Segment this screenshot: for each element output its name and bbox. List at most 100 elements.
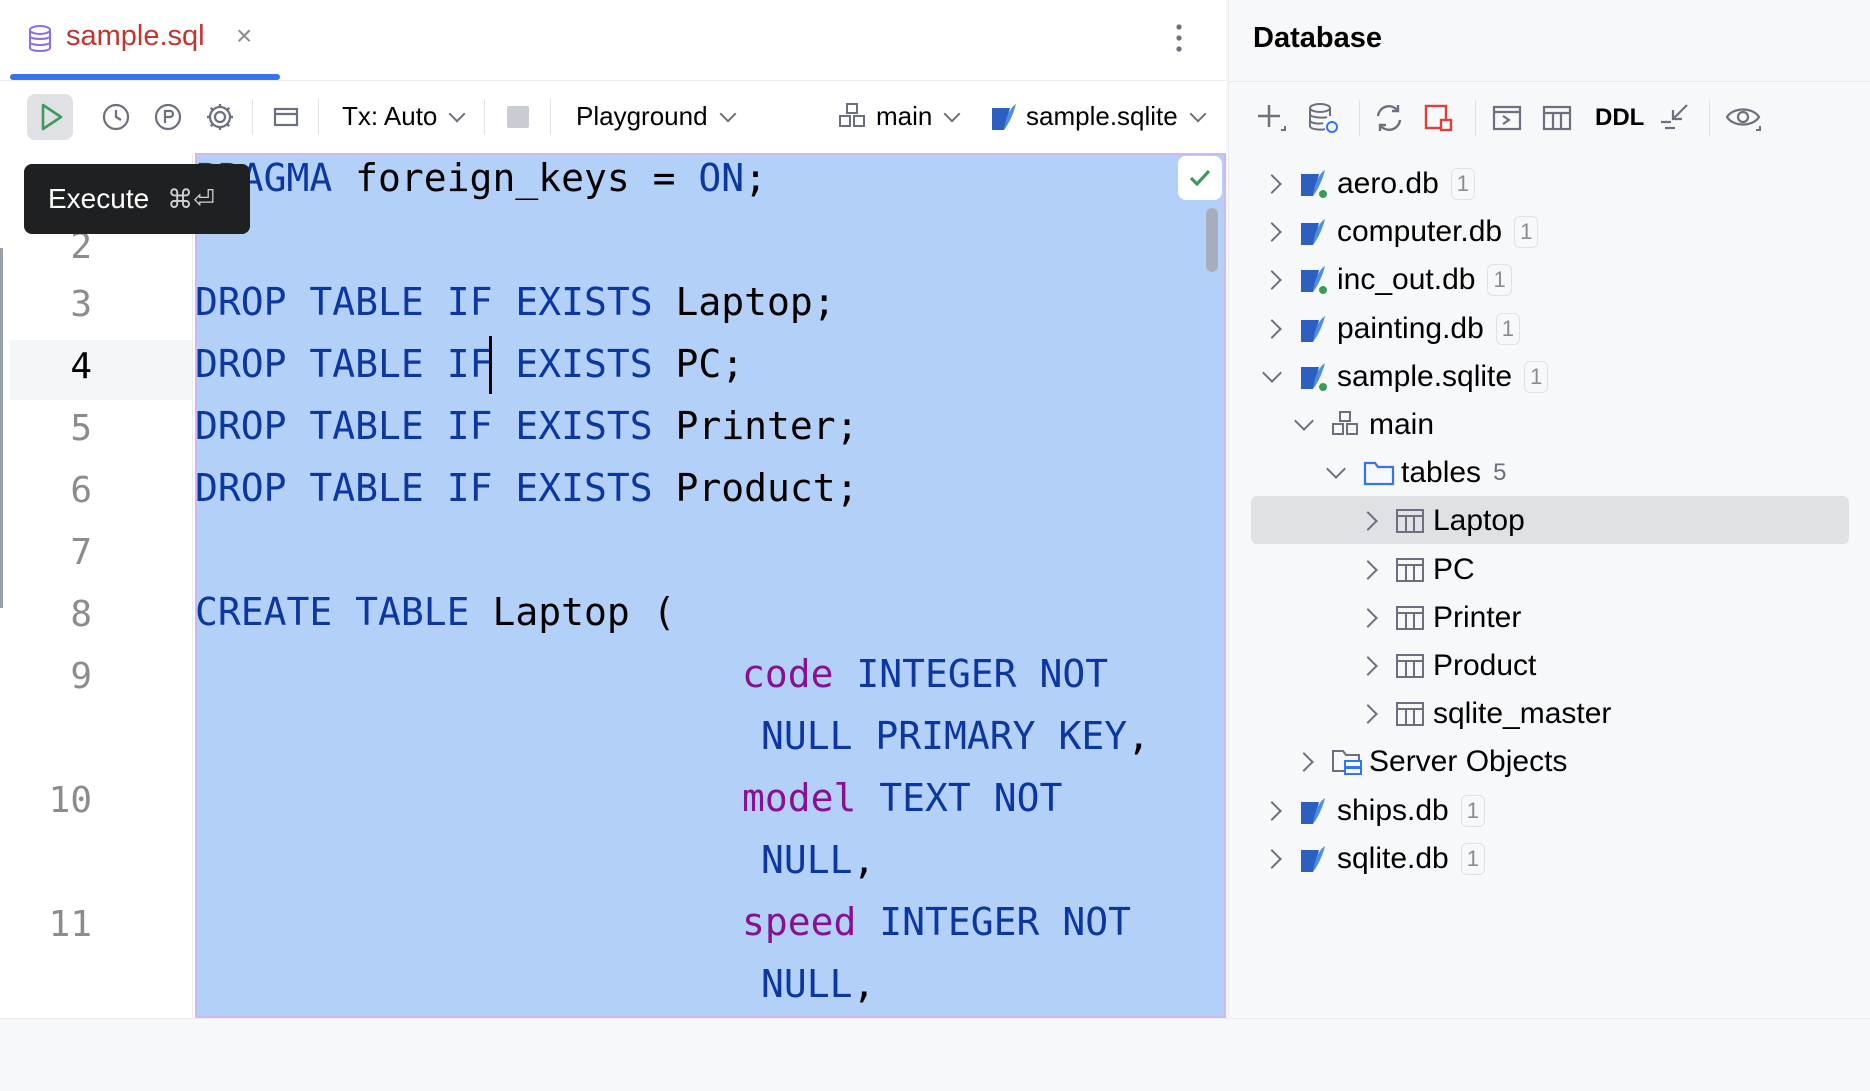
- code-line[interactable]: DROP TABLE IF EXISTS PC;: [195, 342, 744, 386]
- jump-to-query-console-button[interactable]: [1655, 98, 1695, 138]
- connection-count-badge: 1: [1487, 264, 1512, 297]
- run-icon: [41, 103, 63, 131]
- status-bar: [0, 1018, 1870, 1091]
- code-line[interactable]: model TEXT NOT: [742, 776, 1062, 820]
- code-line[interactable]: code INTEGER NOT: [742, 652, 1108, 696]
- tree-item-label: painting.db: [1337, 311, 1484, 345]
- inspection-ok-indicator[interactable]: [1178, 156, 1222, 200]
- add-datasource-button[interactable]: [1251, 98, 1291, 138]
- tree-item-painting-db[interactable]: painting.db 1: [1262, 305, 1521, 353]
- code-line[interactable]: speed INTEGER NOT: [742, 900, 1131, 944]
- execute-tooltip: Execute ⌘⏎: [24, 164, 250, 234]
- stop-button[interactable]: [496, 95, 540, 139]
- datasource-dropdown[interactable]: sample.sqlite: [990, 101, 1207, 132]
- schema-label: main: [876, 101, 933, 131]
- code-line[interactable]: CREATE TABLE Laptop (: [195, 590, 676, 634]
- code-line[interactable]: PRAGMA foreign_keys = ON;: [195, 156, 767, 200]
- tree-item-inc-out-db[interactable]: inc_out.db 1: [1262, 256, 1512, 304]
- code-line[interactable]: NULL,: [761, 838, 875, 882]
- chevron-right-icon[interactable]: [1358, 704, 1378, 725]
- playground-dropdown[interactable]: Playground: [576, 101, 737, 132]
- chevron-down-icon[interactable]: [1294, 411, 1314, 431]
- toolbar-separator: [1709, 100, 1710, 136]
- chevron-right-icon[interactable]: [1262, 800, 1282, 821]
- tree-item-main[interactable]: main: [1294, 401, 1434, 449]
- chevron-down-icon[interactable]: [1326, 459, 1346, 480]
- chevron-right-icon[interactable]: [1262, 174, 1282, 194]
- tree-item-label: computer.db: [1337, 215, 1503, 249]
- tree-item-product[interactable]: Product: [1358, 642, 1536, 690]
- tree-item-sample-sqlite[interactable]: sample.sqlite 1: [1262, 353, 1549, 401]
- chevron-right-icon[interactable]: [1262, 270, 1282, 291]
- view-options-button[interactable]: [1723, 98, 1763, 138]
- code-line[interactable]: DROP TABLE IF EXISTS Laptop;: [195, 280, 836, 324]
- disconnect-button[interactable]: [1419, 98, 1459, 138]
- chevron-right-icon[interactable]: [1262, 318, 1282, 339]
- tree-item-sqlite-db[interactable]: sqlite.db 1: [1262, 835, 1485, 883]
- tab-close-icon[interactable]: ×: [236, 20, 252, 52]
- ddl-button[interactable]: DDL: [1595, 104, 1644, 132]
- more-options-icon[interactable]: [1174, 22, 1184, 54]
- line-number: 5: [70, 408, 92, 449]
- schema-icon: [1332, 411, 1358, 435]
- stop-icon: [507, 106, 529, 128]
- code-line[interactable]: NULL PRIMARY KEY,: [761, 714, 1150, 758]
- database-panel: Database DDL aero.db 1 computer.db 1 inc…: [1228, 0, 1870, 1018]
- transaction-mode-dropdown[interactable]: Tx: Auto: [342, 101, 466, 132]
- chevron-right-icon[interactable]: [1358, 656, 1378, 676]
- tree-item-laptop[interactable]: Laptop: [1358, 497, 1525, 545]
- tree-item-server-objects[interactable]: Server Objects: [1294, 738, 1567, 786]
- code-line[interactable]: DROP TABLE IF EXISTS Printer;: [195, 404, 859, 448]
- refresh-button[interactable]: [1369, 98, 1409, 138]
- tab-label[interactable]: sample.sql: [66, 20, 205, 53]
- server-objects-icon: [1332, 750, 1362, 776]
- tree-item-label: Printer: [1433, 600, 1522, 634]
- chevron-right-icon[interactable]: [1358, 559, 1378, 580]
- eye-icon: [1725, 108, 1761, 131]
- tree-item-label: ships.db: [1337, 793, 1449, 827]
- table-icon: [1396, 654, 1424, 678]
- line-number: 11: [48, 904, 92, 945]
- code-line[interactable]: DROP TABLE IF EXISTS Product;: [195, 466, 859, 510]
- editor-scrollbar[interactable]: [1206, 208, 1218, 272]
- selected-tree-row: [1251, 496, 1849, 544]
- line-number: 6: [70, 470, 92, 511]
- settings-button[interactable]: [198, 95, 242, 139]
- gutter-marker: [0, 248, 3, 608]
- layout-button[interactable]: [264, 95, 308, 139]
- tree-item-ships-db[interactable]: ships.db 1: [1262, 787, 1485, 835]
- sql-editor: sample.sql × Tx: Auto Playground main sa…: [0, 0, 1226, 1018]
- toolbar-separator: [1475, 100, 1476, 136]
- datasource-label: sample.sqlite: [1026, 101, 1178, 131]
- tree-item-printer[interactable]: Printer: [1358, 594, 1522, 642]
- chevron-down-icon[interactable]: [1262, 362, 1282, 383]
- sqlite-icon: [1301, 845, 1325, 872]
- toolbar-separator: [318, 99, 319, 135]
- tree-item-sqlite-master[interactable]: sqlite_master: [1358, 690, 1611, 738]
- chevron-right-icon[interactable]: [1358, 607, 1378, 628]
- execute-button[interactable]: [27, 94, 73, 140]
- chevron-down-icon: [719, 105, 737, 122]
- history-button[interactable]: [94, 95, 138, 139]
- code-line[interactable]: NULL,: [761, 962, 875, 1006]
- table-icon: [1396, 557, 1424, 582]
- table-view-button[interactable]: [1537, 98, 1577, 138]
- chevron-right-icon[interactable]: [1294, 752, 1314, 773]
- tree-item-label: PC: [1433, 552, 1475, 586]
- datasource-properties-button[interactable]: [1303, 98, 1343, 138]
- tree-item-computer-db[interactable]: computer.db 1: [1262, 208, 1539, 256]
- chevron-right-icon[interactable]: [1262, 848, 1282, 869]
- connection-count-badge: 1: [1514, 216, 1539, 249]
- database-toolbar: DDL: [1229, 81, 1870, 154]
- connection-count-badge: 1: [1460, 794, 1485, 827]
- chevron-right-icon[interactable]: [1262, 222, 1282, 243]
- line-number: 7: [70, 532, 92, 573]
- tree-item-aero-db[interactable]: aero.db 1: [1262, 160, 1475, 208]
- tree-item-pc[interactable]: PC: [1358, 546, 1475, 594]
- query-console-button[interactable]: [1487, 98, 1527, 138]
- folder-icon: [1363, 462, 1395, 486]
- parameters-button[interactable]: [146, 95, 190, 139]
- schema-dropdown[interactable]: main: [838, 101, 961, 132]
- tree-item-tables[interactable]: tables 5: [1326, 449, 1506, 497]
- chevron-right-icon[interactable]: [1358, 511, 1378, 532]
